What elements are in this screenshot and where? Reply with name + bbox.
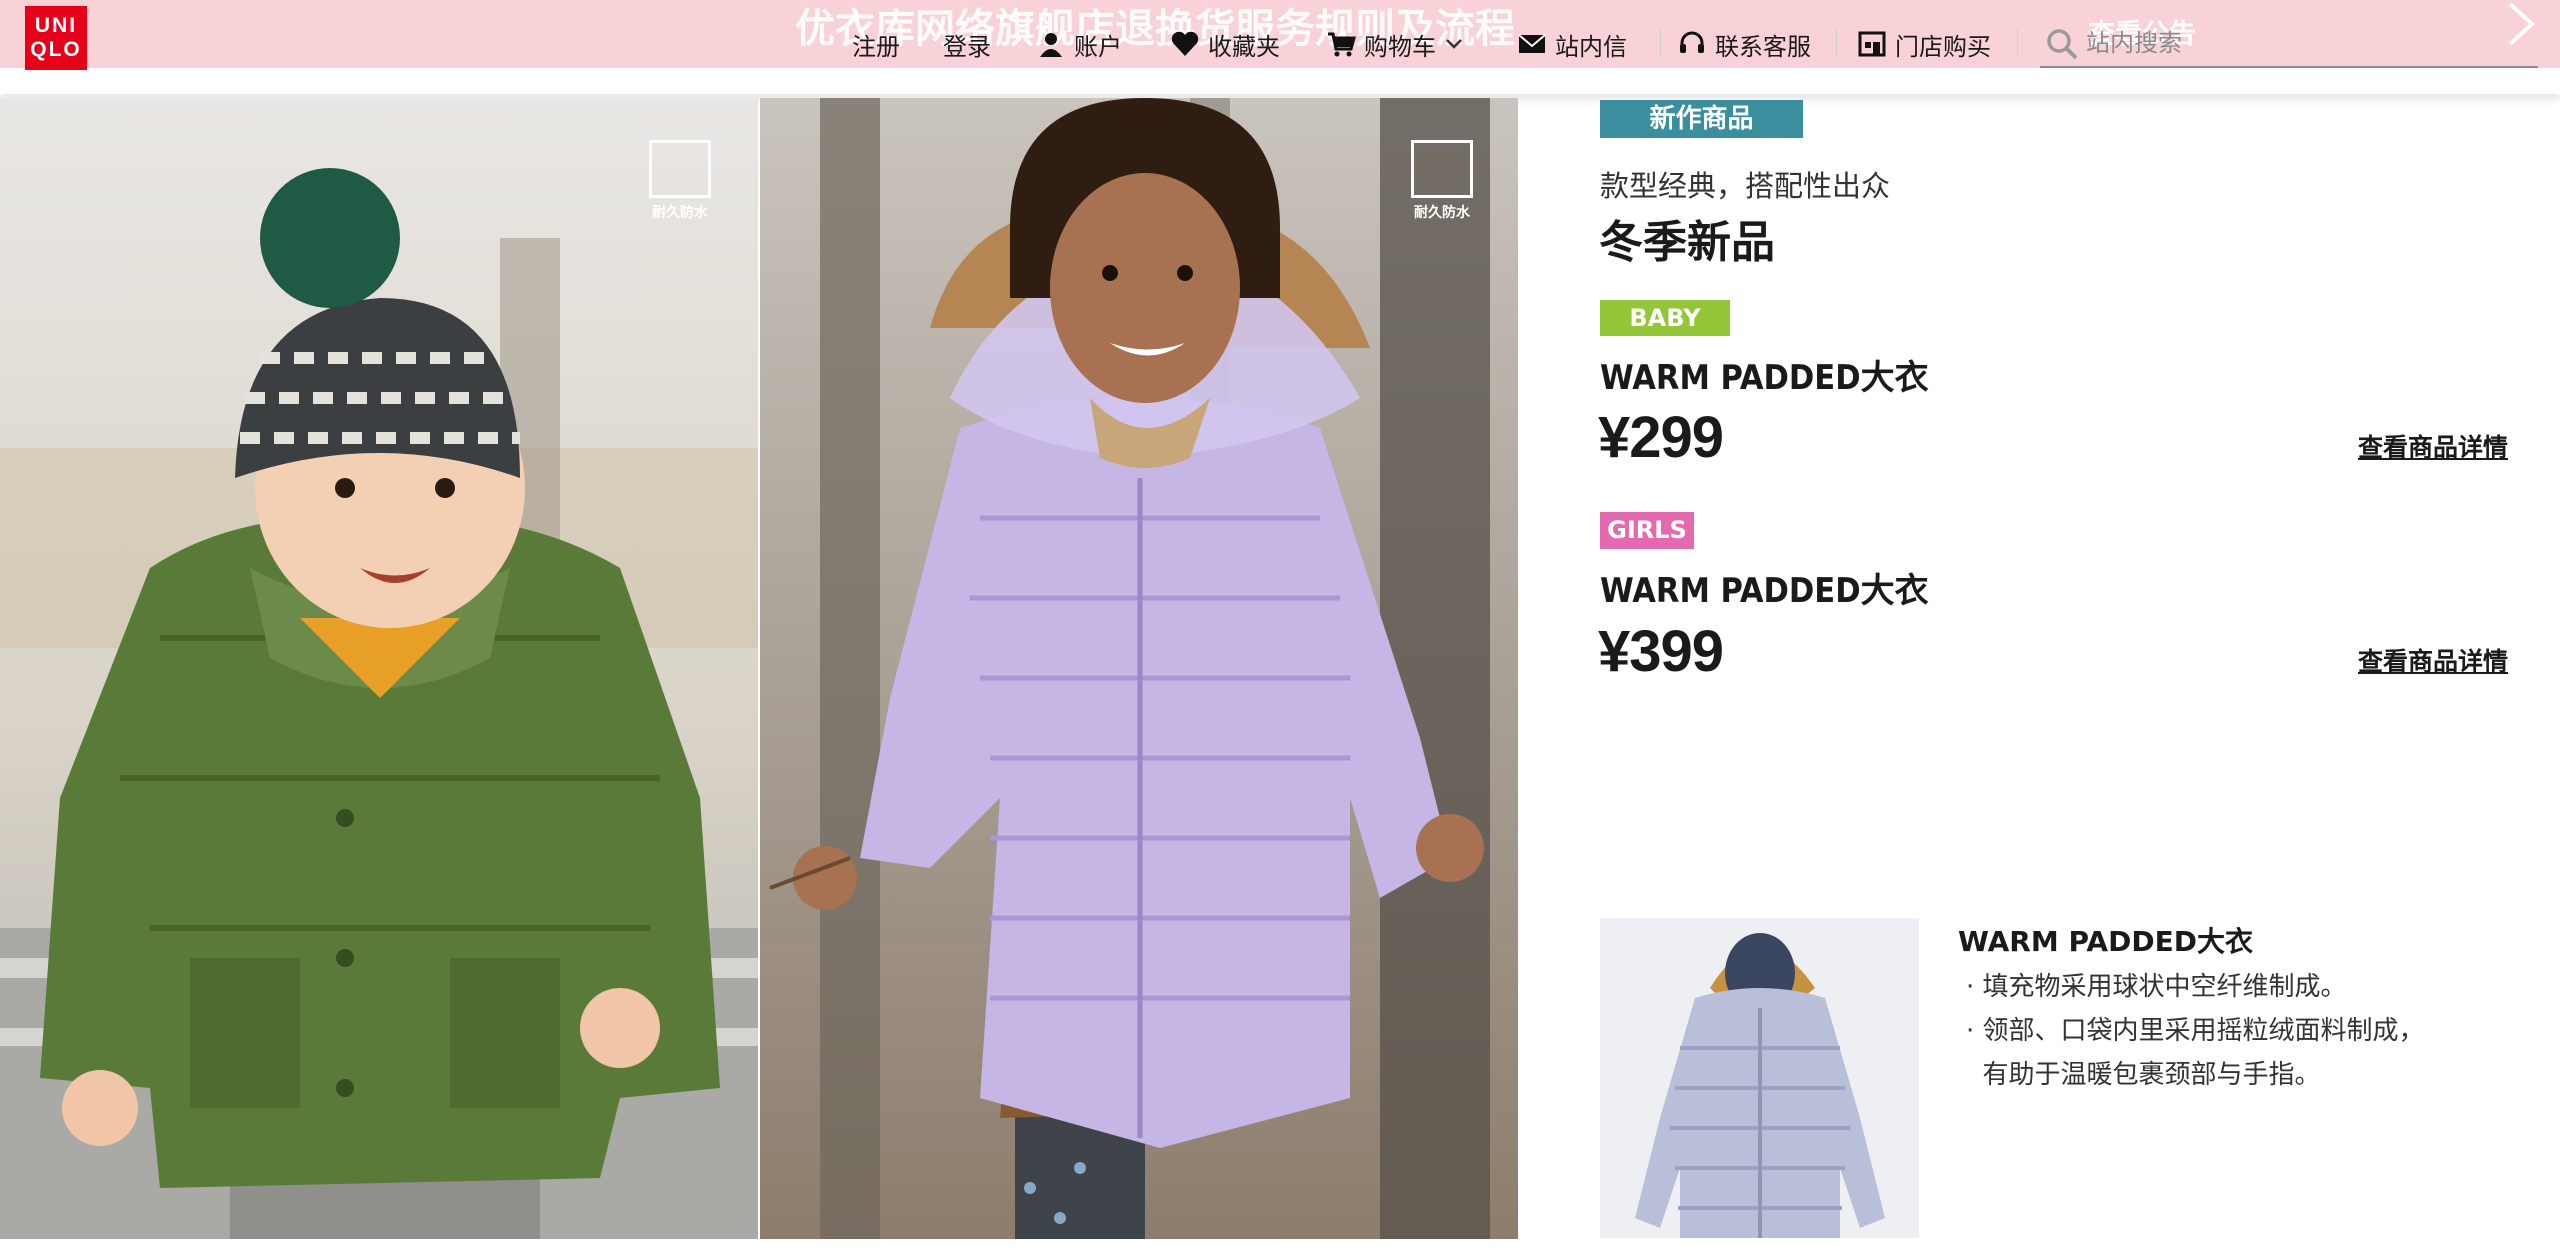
store-label: 门店购买 <box>1895 32 1991 61</box>
girl-model-illustration <box>760 98 1518 1239</box>
register-link[interactable]: 注册 <box>852 26 900 62</box>
messages-label: 站内信 <box>1555 32 1627 61</box>
nav-divider <box>1660 28 1661 56</box>
new-arrival-tag: 新作商品 <box>1600 100 1803 138</box>
nav-divider <box>2017 28 2018 56</box>
feature-bullet: 有助于温暖包裹颈部与手指。 <box>1966 1060 2321 1090</box>
waterproof-badge-label: 耐久防水 <box>1414 205 1470 221</box>
coat-thumbnail[interactable] <box>1600 918 1919 1238</box>
user-icon <box>1040 33 1062 57</box>
uniqlo-logo[interactable]: UNI QLO <box>25 6 87 70</box>
messages-link[interactable]: 站内信 <box>1517 26 1627 62</box>
account-label: 账户 <box>1074 32 1122 61</box>
nav-divider <box>1836 28 1837 56</box>
baby-product-detail-link[interactable]: 查看商品详情 <box>2358 428 2508 464</box>
girls-coat-photo[interactable]: 耐久防水 <box>760 98 1518 1239</box>
header-shadow <box>0 68 2560 94</box>
baby-coat-photo[interactable]: 耐久防水 <box>0 98 758 1239</box>
baby-model-illustration <box>0 98 758 1239</box>
support-label: 联系客服 <box>1715 32 1811 61</box>
waterproof-badge: 耐久防水 <box>648 140 712 226</box>
waterproof-icon <box>1411 140 1473 198</box>
feature-bullet: · 填充物采用球状中空纤维制成。 <box>1966 972 2347 1002</box>
support-link[interactable]: 联系客服 <box>1677 26 1811 62</box>
promo-headline: 冬季新品 <box>1599 217 1775 268</box>
girls-product-name[interactable]: WARM PADDED大衣 <box>1600 563 1929 612</box>
cart-label: 购物车 <box>1364 32 1436 61</box>
logo-line-1: UNI <box>34 14 78 37</box>
coat-thumbnail-illustration <box>1600 918 1919 1238</box>
baby-product-price: ¥299 <box>1598 405 1724 470</box>
girls-product-detail-link[interactable]: 查看商品详情 <box>2358 642 2508 678</box>
envelope-icon <box>1518 34 1546 53</box>
search-input[interactable] <box>2086 24 2526 62</box>
waterproof-icon <box>649 140 711 198</box>
search-icon[interactable] <box>2044 26 2080 62</box>
promo-subtitle: 款型经典，搭配性出众 <box>1600 169 1891 203</box>
favorites-link[interactable]: 收藏夹 <box>1170 26 1280 62</box>
feature-title: WARM PADDED大衣 <box>1958 925 2253 958</box>
store-icon <box>1858 31 1886 57</box>
login-label: 登录 <box>943 32 991 61</box>
headset-icon <box>1680 31 1704 53</box>
waterproof-badge: 耐久防水 <box>1410 140 1474 226</box>
waterproof-badge-label: 耐久防水 <box>652 205 708 221</box>
baby-product-name[interactable]: WARM PADDED大衣 <box>1600 350 1929 399</box>
chevron-down-icon <box>1446 39 1462 49</box>
favorites-label: 收藏夹 <box>1208 32 1280 61</box>
cart-icon <box>1328 32 1356 57</box>
register-label: 注册 <box>852 32 900 61</box>
store-link[interactable]: 门店购买 <box>1857 26 1991 62</box>
heart-icon <box>1171 31 1199 56</box>
account-link[interactable]: 账户 <box>1036 26 1122 62</box>
cart-link[interactable]: 购物车 <box>1326 26 1464 62</box>
login-link[interactable]: 登录 <box>943 26 991 62</box>
logo-line-2: QLO <box>30 38 82 61</box>
feature-bullet: · 领部、口袋内里采用摇粒绒面料制成， <box>1966 1016 2425 1046</box>
search-box[interactable] <box>2040 20 2538 68</box>
baby-category-tag: BABY <box>1600 300 1730 336</box>
girls-product-price: ¥399 <box>1598 619 1724 684</box>
girls-category-tag: GIRLS <box>1600 512 1694 549</box>
